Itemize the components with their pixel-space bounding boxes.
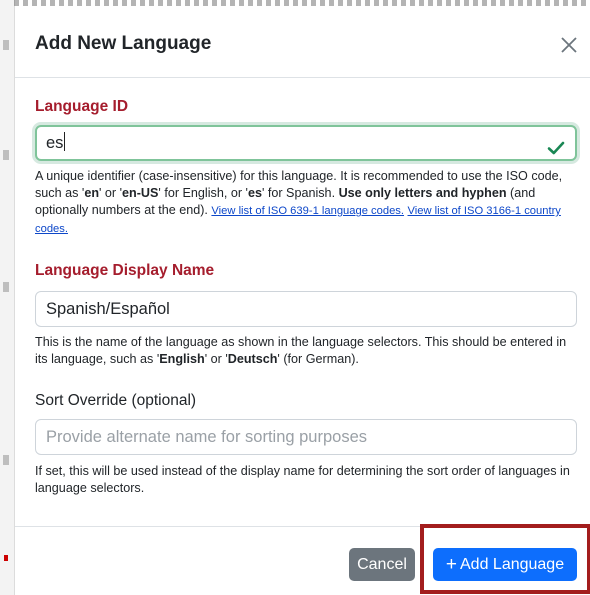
add-language-label: Add Language — [460, 556, 565, 573]
background-mark — [3, 282, 9, 292]
dialog-header: Add New Language — [15, 6, 590, 78]
sort-override-input[interactable]: Provide alternate name for sorting purpo… — [35, 419, 577, 455]
background-mark — [3, 455, 9, 465]
add-language-button[interactable]: + Add Language — [433, 548, 577, 581]
cancel-button[interactable]: Cancel — [349, 548, 415, 581]
check-icon — [547, 135, 565, 167]
dialog-title: Add New Language — [35, 33, 212, 54]
background-mark — [3, 40, 9, 50]
plus-icon: + — [445, 554, 457, 575]
footer-divider — [15, 526, 590, 527]
sort-override-placeholder: Provide alternate name for sorting purpo… — [46, 428, 368, 446]
language-id-value: es — [46, 134, 64, 152]
iso-639-link[interactable]: View list of ISO 639-1 language codes. — [211, 205, 404, 217]
close-icon[interactable] — [559, 35, 579, 55]
background-page-edge — [0, 0, 15, 595]
language-id-label: Language ID — [35, 98, 129, 115]
background-mark — [3, 150, 9, 160]
display-name-help: This is the name of the language as show… — [35, 335, 567, 366]
add-language-dialog: Add New Language Language ID es A unique… — [14, 6, 590, 595]
display-name-input[interactable]: Spanish/Español — [35, 291, 577, 327]
language-id-input[interactable]: es — [35, 125, 577, 161]
display-name-label: Language Display Name — [35, 262, 215, 279]
sort-override-help: If set, this will be used instead of the… — [35, 464, 570, 495]
language-id-help: A unique identifier (case-insensitive) f… — [35, 169, 563, 235]
sort-override-label: Sort Override (optional) — [35, 392, 197, 409]
display-name-value: Spanish/Español — [46, 300, 170, 318]
background-mark — [4, 555, 8, 561]
